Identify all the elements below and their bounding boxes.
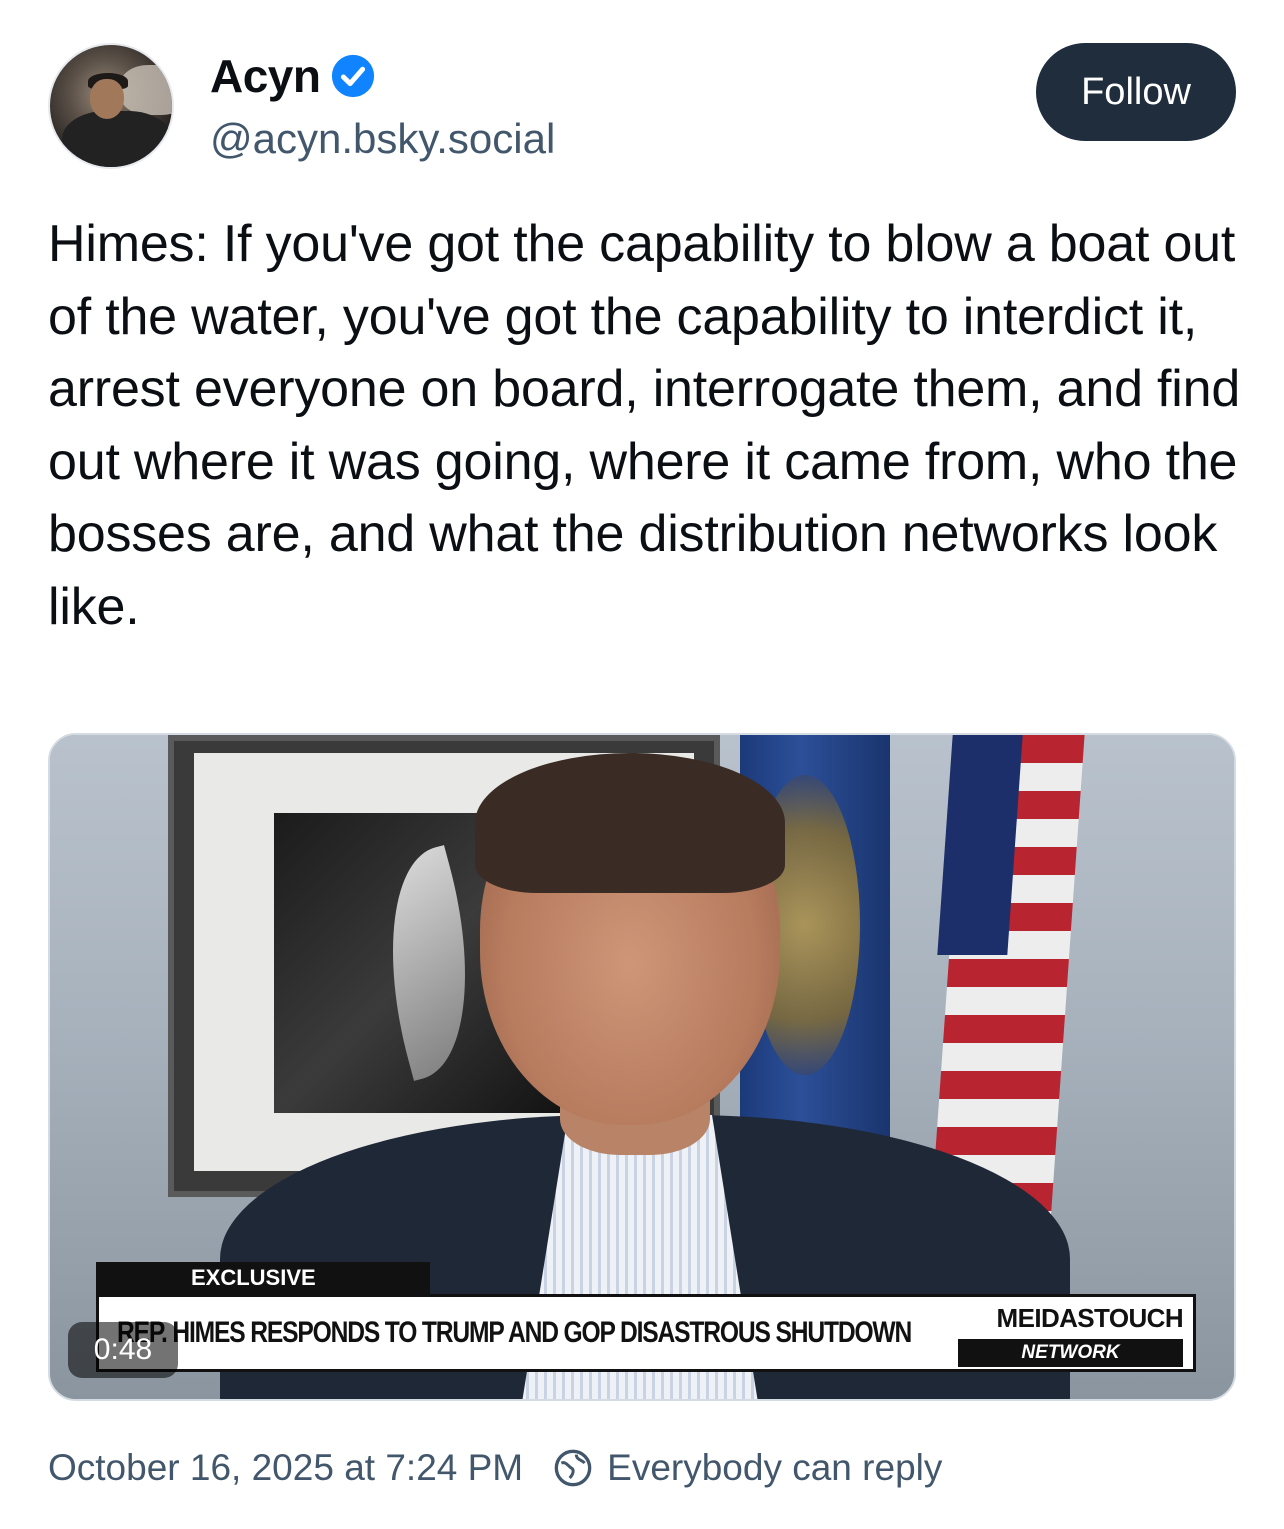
verified-check-icon[interactable] <box>330 53 376 99</box>
network-logo-top: MEIDASTOUCH <box>996 1303 1184 1333</box>
author-display-name[interactable]: Acyn <box>210 48 321 104</box>
avatar[interactable] <box>48 43 174 169</box>
lower-third-banner: REP. HIMES RESPONDS TO TRUMP AND GOP DIS… <box>96 1294 1196 1372</box>
author-name-row: Acyn <box>210 48 376 104</box>
follow-button[interactable]: Follow <box>1036 43 1236 141</box>
lower-third-headline: REP. HIMES RESPONDS TO TRUMP AND GOP DIS… <box>117 1316 912 1349</box>
post-footer: October 16, 2025 at 7:24 PM Everybody ca… <box>48 1447 942 1489</box>
video-duration-badge: 0:48 <box>68 1322 178 1378</box>
author-handle[interactable]: @acyn.bsky.social <box>210 113 555 165</box>
reply-setting[interactable]: Everybody can reply <box>607 1447 942 1489</box>
lower-third-tag: EXCLUSIVE <box>96 1262 430 1294</box>
video-player[interactable]: EXCLUSIVE REP. HIMES RESPONDS TO TRUMP A… <box>48 733 1236 1401</box>
globe-reply-icon <box>554 1449 592 1487</box>
network-logo: MEIDASTOUCH NETWORK <box>953 1297 1193 1369</box>
post-text: Himes: If you've got the capability to b… <box>48 215 1241 636</box>
post-header: Acyn @acyn.bsky.social Follow <box>0 0 1284 200</box>
network-logo-bottom: NETWORK <box>958 1339 1183 1367</box>
post-timestamp[interactable]: October 16, 2025 at 7:24 PM <box>48 1447 523 1489</box>
